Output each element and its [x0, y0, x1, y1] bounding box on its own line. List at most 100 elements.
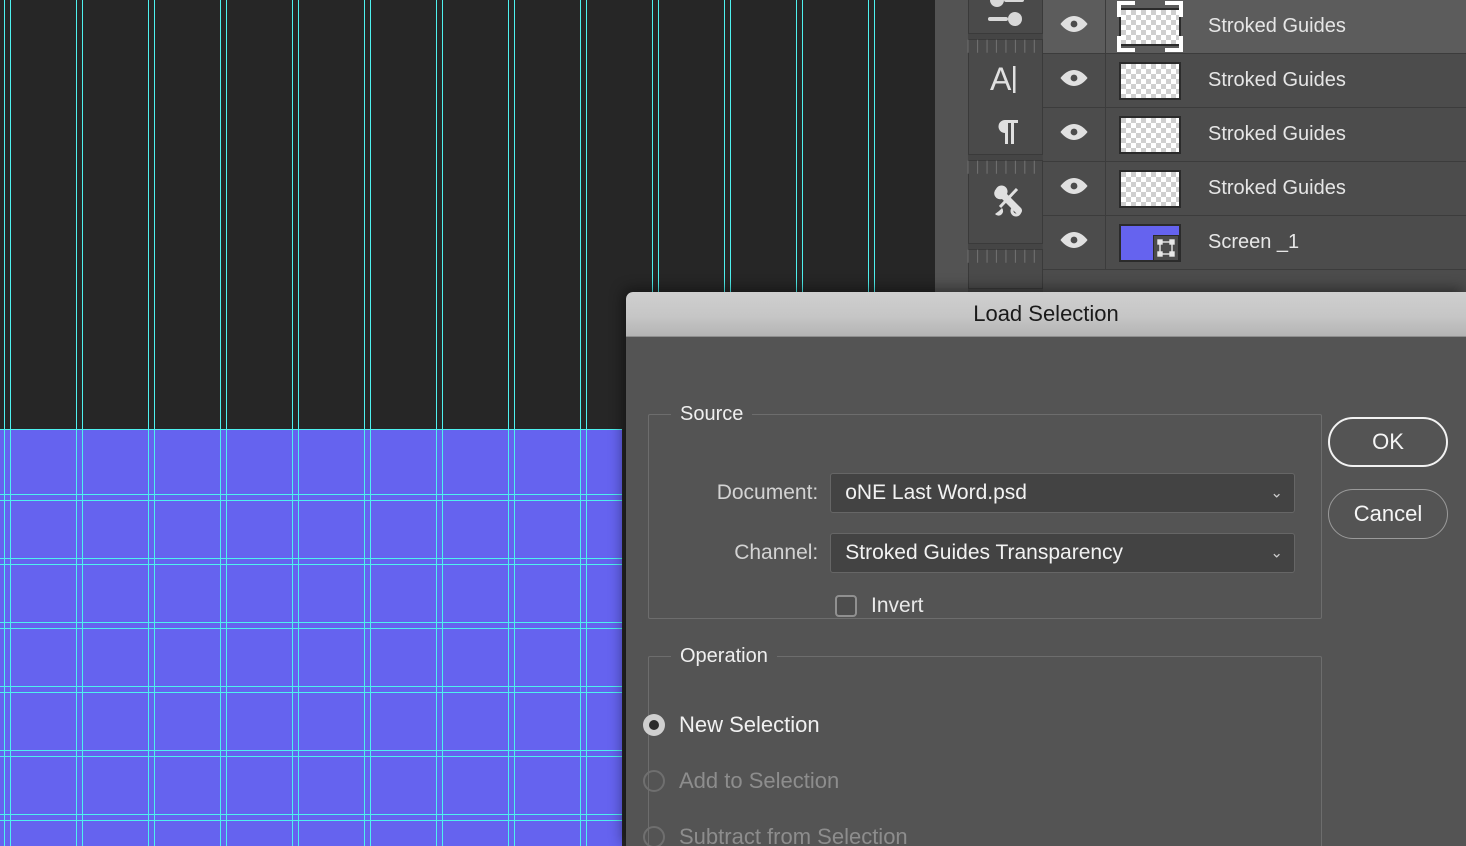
- document-label: Document:: [716, 481, 819, 504]
- layer-visibility-toggle[interactable]: [1043, 54, 1106, 107]
- character-panel-icon[interactable]: A: [969, 54, 1042, 106]
- vertical-guide: [292, 0, 293, 846]
- vertical-guide: [148, 0, 149, 846]
- vertical-guide: [580, 0, 581, 846]
- dock-group-tools[interactable]: ▏▏▏▏▏▏▏▏: [968, 160, 1043, 244]
- vertical-guide: [514, 0, 515, 846]
- svg-text:A: A: [990, 61, 1012, 97]
- horizontal-guide: [0, 686, 622, 687]
- load-selection-dialog: Load Selection Source Document: oNE Last…: [626, 292, 1466, 846]
- channel-dropdown-value: Stroked Guides Transparency: [845, 541, 1124, 564]
- layer-visibility-toggle[interactable]: [1043, 216, 1106, 269]
- layer-visibility-toggle[interactable]: [1043, 0, 1106, 53]
- layer-visibility-toggle[interactable]: [1043, 108, 1106, 161]
- tools-preset-icon[interactable]: [969, 175, 1042, 227]
- invert-label: Invert: [871, 594, 924, 617]
- vertical-guide: [442, 0, 443, 846]
- table-row[interactable]: Stroked Guides: [1043, 0, 1466, 54]
- layer-thumbnail-transparent: [1119, 61, 1181, 100]
- eye-icon[interactable]: [1059, 68, 1089, 93]
- table-row[interactable]: Screen _1: [1043, 216, 1466, 270]
- horizontal-guide: [0, 500, 622, 501]
- vertical-guide: [154, 0, 155, 846]
- channel-dropdown[interactable]: Stroked Guides Transparency ⌄: [830, 533, 1295, 573]
- dock-group-adjustments[interactable]: [968, 0, 1043, 34]
- vertical-guide: [298, 0, 299, 846]
- smart-object-icon: [1153, 234, 1179, 261]
- horizontal-guide: [0, 814, 622, 815]
- operation-option-1[interactable]: New Selection: [643, 712, 820, 738]
- dialog-body: Source Document: oNE Last Word.psd ⌄ Cha…: [626, 337, 1466, 846]
- radio-unselected-icon: [643, 826, 665, 846]
- table-row[interactable]: Stroked Guides: [1043, 162, 1466, 216]
- layer-name: Stroked Guides: [1208, 177, 1346, 199]
- operation-option-label: Subtract from Selection: [679, 824, 908, 846]
- horizontal-guide: [0, 494, 622, 495]
- radio-selected-icon[interactable]: [643, 714, 665, 736]
- layer-name: Stroked Guides: [1208, 123, 1346, 145]
- eye-icon[interactable]: [1059, 122, 1089, 147]
- channel-label: Channel:: [734, 541, 819, 564]
- eye-icon[interactable]: [1059, 230, 1089, 255]
- vertical-guide: [370, 0, 371, 846]
- document-dropdown[interactable]: oNE Last Word.psd ⌄: [830, 473, 1295, 513]
- layer-thumbnail-cell[interactable]: [1106, 108, 1194, 161]
- dialog-title: Load Selection: [973, 301, 1119, 326]
- panel-grip-icon: ▏▏▏▏▏▏▏▏: [967, 40, 1044, 53]
- channel-field-row: Channel: Stroked Guides Transparency ⌄: [643, 533, 1295, 573]
- photoshop-window: ▏▏▏▏▏▏▏▏ A ▏▏▏▏▏▏▏▏ ▏▏▏▏▏▏▏▏ Stroked Gui…: [0, 0, 1466, 846]
- panel-grip-icon: ▏▏▏▏▏▏▏▏: [967, 250, 1044, 263]
- eye-icon[interactable]: [1059, 176, 1089, 201]
- ok-button-label: OK: [1372, 429, 1404, 454]
- operation-option-label: New Selection: [679, 712, 820, 737]
- horizontal-guide: [0, 756, 622, 757]
- dock-group-more[interactable]: ▏▏▏▏▏▏▏▏: [968, 249, 1043, 289]
- source-group: Source Document: oNE Last Word.psd ⌄ Cha…: [648, 403, 1322, 619]
- panel-grip-icon: ▏▏▏▏▏▏▏▏: [967, 161, 1044, 174]
- horizontal-guide: [0, 820, 622, 821]
- ok-button[interactable]: OK: [1328, 417, 1448, 467]
- layer-thumbnail-solid: [1119, 223, 1181, 262]
- horizontal-guide: [0, 622, 622, 623]
- layer-thumbnail-cell[interactable]: [1106, 54, 1194, 107]
- radio-unselected-icon: [643, 770, 665, 792]
- vertical-guide: [76, 0, 77, 846]
- vertical-guide: [82, 0, 83, 846]
- paragraph-panel-icon[interactable]: [969, 106, 1042, 158]
- operation-option-3: Subtract from Selection: [643, 824, 908, 846]
- layer-thumbnail-cell[interactable]: [1106, 216, 1194, 269]
- eye-icon[interactable]: [1059, 14, 1089, 39]
- dock-group-type[interactable]: ▏▏▏▏▏▏▏▏ A: [968, 39, 1043, 155]
- vertical-guide: [4, 0, 5, 846]
- dialog-titlebar: Load Selection: [626, 292, 1466, 337]
- invert-checkbox-row[interactable]: Invert: [835, 594, 924, 618]
- radio-dot: [649, 720, 659, 730]
- layer-thumbnail-transparent: [1119, 7, 1181, 46]
- document-dropdown-value: oNE Last Word.psd: [845, 481, 1027, 504]
- horizontal-guide: [0, 628, 622, 629]
- chevron-down-icon: ⌄: [1270, 484, 1283, 502]
- cancel-button-label: Cancel: [1353, 501, 1423, 526]
- vertical-guide: [10, 0, 11, 846]
- table-row[interactable]: Stroked Guides: [1043, 108, 1466, 162]
- vertical-guide: [226, 0, 227, 846]
- layer-thumbnail-transparent: [1119, 169, 1181, 208]
- horizontal-guide: [0, 692, 622, 693]
- invert-checkbox[interactable]: [835, 595, 857, 617]
- operation-option-2: Add to Selection: [643, 768, 839, 794]
- layer-thumbnail-cell[interactable]: [1106, 162, 1194, 215]
- vertical-guide: [436, 0, 437, 846]
- source-group-legend: Source: [680, 403, 744, 425]
- layer-thumbnail-cell[interactable]: [1106, 0, 1194, 53]
- layer-visibility-toggle[interactable]: [1043, 162, 1106, 215]
- chevron-down-icon: ⌄: [1270, 544, 1283, 562]
- table-row[interactable]: Stroked Guides: [1043, 54, 1466, 108]
- layer-name: Screen _1: [1208, 231, 1300, 253]
- vertical-guide: [364, 0, 365, 846]
- cancel-button[interactable]: Cancel: [1328, 489, 1448, 539]
- horizontal-guide: [0, 564, 622, 565]
- adjustments-sliders-icon[interactable]: [969, 0, 1042, 35]
- artboard-fill: [0, 429, 622, 846]
- vertical-guide: [220, 0, 221, 846]
- operation-option-label: Add to Selection: [679, 768, 840, 793]
